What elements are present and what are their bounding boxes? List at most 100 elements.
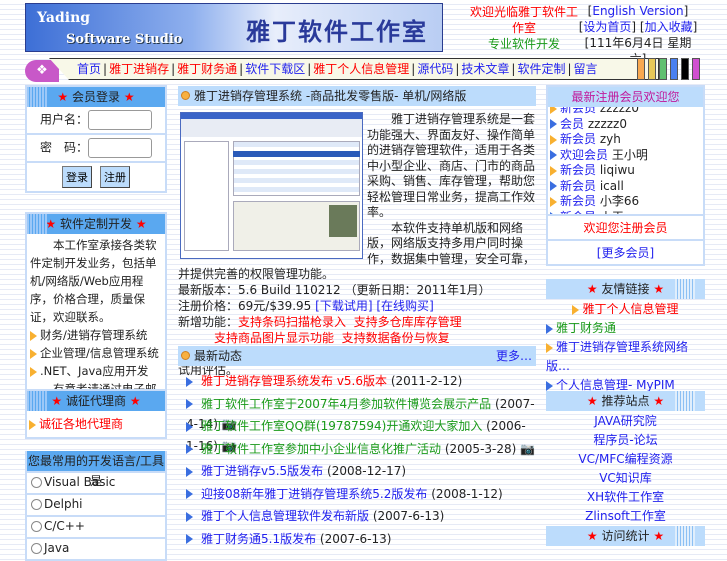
nav-separator: | [171,62,176,76]
more-members-link: [更多会员] [596,246,655,260]
nav-separator: | [567,62,572,76]
news-link[interactable]: 雅丁进销存管理系统发布 v5.6版本 [201,374,387,388]
slogan: 欢迎光临雅丁软件工作室 专业软件开发 [470,4,578,52]
color-swatch[interactable] [659,58,667,80]
site-link[interactable]: 程序员-论坛 [593,433,657,447]
buy-link: [在线购买] [376,299,434,313]
member-item: 新会员 icall [550,179,701,195]
news-item: 雅丁进销存v5.5版发布 (2008-12-17) [178,461,536,484]
site-banner: Yading Software Studio 雅丁软件工作室 [25,3,443,52]
member-item: 新会员 小李66 [550,194,701,210]
nav-item[interactable]: 源代码 [417,62,453,76]
sites-header: ★ 推荐站点 ★ [546,391,705,411]
arrow-icon [186,489,193,499]
partner-panel: ★ 诚征代理商 ★ 诚征各地代理商 [25,389,167,439]
english-version-link[interactable]: English Version [592,4,683,18]
feature: 支持数据备份与恢复 [341,331,450,345]
bullet-icon [181,91,190,100]
radio-button[interactable] [31,499,42,510]
arrow-icon [186,376,193,387]
color-swatch[interactable] [670,58,678,80]
member-item: 会员 zzzzz0 [550,117,701,133]
color-swatch[interactable] [648,58,656,80]
partner-link[interactable]: 诚征各地代理商 [39,417,123,431]
nav-item[interactable]: 留言 [574,62,598,76]
nav-separator: | [239,62,244,76]
arrow-icon [186,511,193,522]
nav-item[interactable]: 雅丁个人信息管理 [313,62,409,76]
color-swatch[interactable] [637,58,645,80]
news-section: 最新动态 更多… 雅丁进销存管理系统发布 v5.6版本 (2011-2-12) 雅丁… [178,346,536,551]
news-date: (2008-12-17) [327,464,407,478]
friend-link-item: 雅丁个人信息管理 [546,300,705,319]
features-label: 新增功能： [178,315,239,329]
nav-item[interactable]: 软件定制 [517,62,565,76]
nav-separator: | [307,62,312,76]
partner-title: 诚征代理商 [65,394,126,408]
radio-button[interactable] [31,521,42,532]
arrow-icon [186,444,193,454]
site-link[interactable]: VC/MFC编程资源 [578,452,672,466]
password-input[interactable] [88,138,152,158]
news-link[interactable]: 雅丁个人信息管理软件发布新版 [201,509,369,523]
logo-text-en: Yading [37,10,91,26]
nav-item[interactable]: 雅丁进销存 [109,62,169,76]
feature: 支持商品图片显示功能 [214,331,335,345]
links-header: ★ 友情链接 ★ [546,279,705,299]
nav-separator: | [511,62,516,76]
news-link[interactable]: 迎接08新年雅丁进销存管理系统5.2版发布 [201,487,427,501]
news-date: (2008-1-12) [431,486,503,501]
site-link[interactable]: VC知识库 [599,471,652,485]
login-title: 会员登录 [71,90,120,104]
nav-item[interactable]: 技术文章 [461,62,509,76]
custom-item: 财务/进销存管理系统 [30,326,162,344]
news-link[interactable]: 雅丁财务通5.1版发布 [201,532,316,546]
custom-dev-intro: 本工作室承接各类软件定制开发业务，包括单机/网络版/Web应用程序，价格合理，质… [30,238,157,324]
login-header: ★ 会员登录 ★ [27,87,165,107]
nav-separator: | [455,62,460,76]
survey-option[interactable]: Java [27,537,165,559]
news-item: 雅丁软件工作室QQ群(19787594)开通欢迎大家加入 (2006-1-16)… [178,416,536,453]
product-header: 雅丁进销存管理系统 -商品批发零售版- 单机/网络版 [178,86,536,106]
member-item: 新会员 liqiwu [550,163,701,179]
arrow-icon [186,534,193,544]
news-link[interactable]: 雅丁软件工作室参加中小企业信息化推广活动 [201,442,441,456]
nav-item[interactable]: 首页 [77,62,101,76]
radio-button[interactable] [31,477,42,488]
member-item: 新会员 zyh [550,132,701,148]
nav-item[interactable]: 软件下载区 [245,62,305,76]
news-more-link[interactable]: 更多… [496,346,532,366]
friend-link-item: 雅丁进销存管理系统网络版… [546,340,689,373]
news-link[interactable]: 雅丁进销存v5.5版发布 [201,464,323,478]
site-link[interactable]: Zlinsoft工作室 [585,509,666,523]
password-label: 密 码： [39,140,88,155]
survey-option[interactable]: Delphi [27,493,165,515]
nav-separator: | [411,62,416,76]
login-button[interactable]: 登录 [62,166,92,188]
feature: 支持条码扫描枪录入 [238,315,347,329]
custom-dev-title: 软件定制开发 [59,217,132,231]
news-date: (2007-6-13) [319,531,392,546]
add-favorite-link[interactable]: 加入收藏 [645,20,693,34]
site-link[interactable]: JAVA研究院 [594,414,656,428]
arrow-icon [186,466,193,477]
members-panel: 最新注册会员欢迎您 新会员 zzzzz0 会员 zzzzz0 新会员 zyh 欢迎会员… [546,85,705,266]
sites-title: 推荐站点 [601,394,650,408]
survey-option[interactable]: C/C++ [27,515,165,537]
site-link[interactable]: XH软件工作室 [587,490,664,504]
news-item: 迎接08新年雅丁进销存管理系统5.2版发布 (2008-1-12) [178,484,536,507]
register-prompt: 欢迎您注册会员 [548,214,703,239]
product-version: 最新版本：5.6 Build 110212 （更新日期：2011年1月） [178,282,491,297]
product-screenshot[interactable] [180,112,363,259]
color-swatch[interactable] [692,58,700,80]
news-date: (2005-3-28) [444,441,517,456]
nav-item[interactable]: 雅丁财务通 [177,62,237,76]
news-link[interactable]: 雅丁软件工作室于2007年4月参加软件博览会展示产品 [201,397,491,411]
main-nav: ❖ 首页 | 雅丁进销存 | 雅丁财务通 | 软件下载区 | 雅丁个人信息管理 | 源代码 | 技术文章… [25,58,705,82]
news-item: 雅丁进销存管理系统发布 v5.6版本 (2011-2-12) [178,371,536,394]
register-button[interactable]: 注册 [100,166,130,188]
news-link[interactable]: 雅丁软件工作室QQ群(19787594)开通欢迎大家加入 [201,419,482,433]
username-input[interactable] [88,110,152,130]
set-home-link[interactable]: 设为首页 [583,20,631,34]
color-swatch[interactable] [681,58,689,80]
